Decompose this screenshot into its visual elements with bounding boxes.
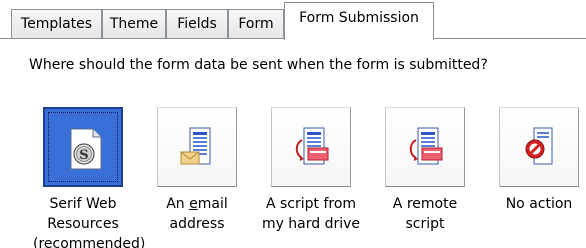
svg-text:S: S — [79, 148, 88, 163]
tab-theme[interactable]: Theme — [102, 9, 166, 38]
tab-strip: Templates Theme Fields Form Form Submiss… — [0, 0, 586, 40]
email-address-label: An email address — [166, 196, 228, 232]
tab-fields[interactable]: Fields — [166, 9, 228, 38]
no-action-label: No action — [505, 196, 573, 212]
serif-web-resources-label: Serif Web Resources (recommended) — [33, 196, 146, 248]
tab-templates[interactable]: Templates — [11, 9, 102, 38]
serif-web-resources-tile[interactable]: S — [43, 107, 123, 187]
tab-form-submission[interactable]: Form Submission — [284, 2, 434, 40]
serif-web-resources-icon: S — [70, 128, 102, 170]
remote-script-label: A remote script — [392, 196, 458, 232]
script-from-hard-drive-tile[interactable] — [271, 107, 351, 187]
email-document-icon — [180, 127, 211, 165]
script-from-hard-drive-label: A script from my hard drive — [261, 196, 361, 232]
no-action-tile[interactable] — [499, 107, 579, 187]
script-document-icon — [295, 127, 329, 165]
form-submission-dialog: Templates Theme Fields Form Form Submiss… — [0, 0, 586, 248]
remote-script-icon — [409, 127, 443, 165]
no-action-icon — [525, 127, 553, 165]
remote-script-tile[interactable] — [385, 107, 465, 187]
question-text: Where should the form data be sent when … — [29, 57, 488, 73]
email-address-tile[interactable] — [157, 107, 237, 187]
tab-form[interactable]: Form — [228, 9, 284, 38]
